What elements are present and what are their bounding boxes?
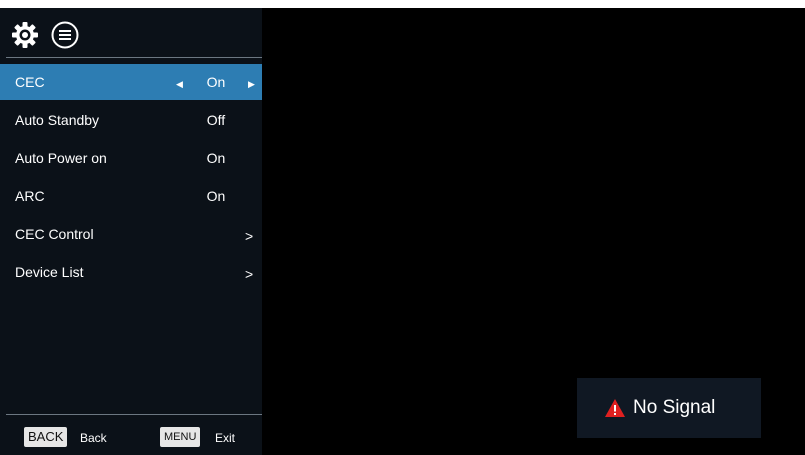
menu-item-arc[interactable]: ARC On xyxy=(0,178,262,214)
menu-item-value: On xyxy=(206,74,226,90)
menu-item-value: Off xyxy=(206,112,226,128)
back-hint-label: Back xyxy=(80,431,107,445)
header-divider xyxy=(6,57,262,58)
exit-hint-label: Exit xyxy=(215,431,236,445)
menu-item-label: CEC Control xyxy=(15,226,94,242)
warning-icon xyxy=(605,399,625,417)
chevron-right-icon: > xyxy=(245,228,254,244)
menu-item-cec-control[interactable]: CEC Control > xyxy=(0,216,262,252)
menu-item-auto-power-on[interactable]: Auto Power on On xyxy=(0,140,262,176)
menu-item-cec[interactable]: CEC ◀ On ▶ xyxy=(0,64,262,100)
settings-menu-panel: CEC ◀ On ▶ Auto Standby Off Auto Power o… xyxy=(0,8,262,455)
arrow-right-icon[interactable]: ▶ xyxy=(248,76,255,92)
no-signal-text: No Signal xyxy=(633,397,716,418)
menu-item-label: Auto Power on xyxy=(15,150,107,166)
menu-header xyxy=(0,8,262,57)
menu-footer: BACK Back MENU Exit xyxy=(0,415,262,455)
menu-item-label: CEC xyxy=(15,74,45,90)
tv-screen: CEC ◀ On ▶ Auto Standby Off Auto Power o… xyxy=(0,8,805,455)
back-key-button[interactable]: BACK xyxy=(24,427,68,447)
settings-icon[interactable] xyxy=(11,21,39,49)
menu-item-device-list[interactable]: Device List > xyxy=(0,254,262,290)
menu-item-value: On xyxy=(206,150,226,166)
menu-item-auto-standby[interactable]: Auto Standby Off xyxy=(0,102,262,138)
menu-item-label: ARC xyxy=(15,188,45,204)
menu-item-value: On xyxy=(206,188,226,204)
arrow-left-icon[interactable]: ◀ xyxy=(176,76,183,92)
chevron-right-icon: > xyxy=(245,266,254,282)
list-icon[interactable] xyxy=(51,21,79,49)
menu-item-label: Device List xyxy=(15,264,84,280)
menu-key-button[interactable]: MENU xyxy=(160,427,201,447)
no-signal-banner: No Signal xyxy=(577,378,761,438)
menu-item-label: Auto Standby xyxy=(15,112,100,128)
